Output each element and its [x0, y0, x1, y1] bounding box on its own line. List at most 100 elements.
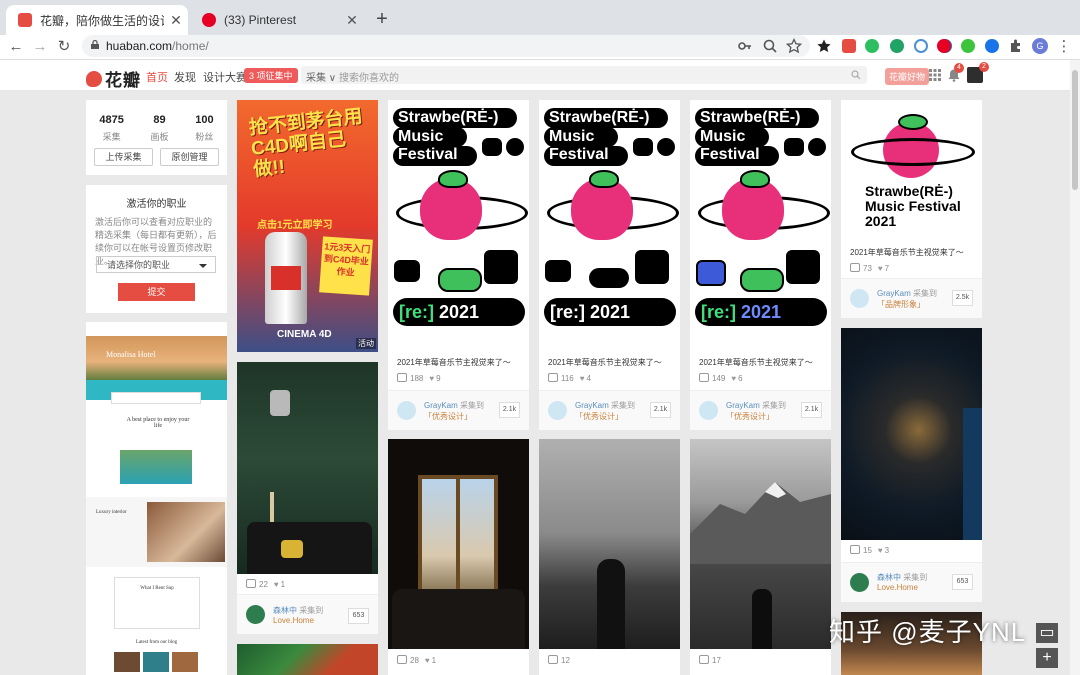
pin-board[interactable]: 「品牌形象」	[877, 299, 925, 310]
extensions-puzzle-icon[interactable]	[1008, 38, 1024, 54]
nav-design-contest[interactable]: 设计大赛	[203, 69, 247, 85]
pin-festival-1[interactable]: Strawbe(RĖ-) Music Festival [re:] 2021 2…	[388, 100, 529, 430]
heart-icon[interactable]: ♥	[429, 374, 434, 383]
chat-float-icon[interactable]: ▭	[1036, 623, 1058, 643]
hotel-name: Monalisa Hotel	[106, 350, 156, 359]
browser-tab-strip: 花瓣，陪你做生活的设计师(家居 ✕ (33) Pinterest ✕ +	[0, 0, 1080, 35]
user-avatar[interactable]	[699, 401, 718, 420]
user-avatar[interactable]	[548, 401, 567, 420]
browser-tab-pinterest[interactable]: (33) Pinterest ✕	[190, 5, 364, 35]
heart-icon[interactable]: ♥	[580, 374, 585, 383]
c4d-ad-pin[interactable]: 抢不到茅台用C4D啊自己做!! 点击1元立即学习 1元3天入门到C4D毕业作业 …	[237, 100, 378, 352]
pin-monstera[interactable]	[237, 644, 378, 675]
key-icon[interactable]	[737, 38, 753, 54]
browser-tab-huaban[interactable]: 花瓣，陪你做生活的设计师(家居 ✕	[6, 5, 188, 35]
forward-arrow-icon[interactable]: →	[30, 37, 50, 57]
contest-badge[interactable]: 3 项征集中	[244, 68, 298, 83]
user-name[interactable]: GrayKam	[877, 289, 911, 298]
nav-discover[interactable]: 发现	[174, 69, 196, 85]
search-bar[interactable]: 采集 ∨ 搜索你喜欢的	[301, 66, 867, 84]
pin-festival-4[interactable]: Strawbe(RĖ-) Music Festival 2021 2021年草莓…	[841, 100, 982, 318]
close-tab-icon[interactable]: ✕	[164, 12, 188, 29]
pin-user[interactable]: GrayKam 采集到	[575, 400, 635, 411]
search-input[interactable]: 搜索你喜欢的	[339, 69, 399, 84]
like-count: 1	[431, 656, 437, 665]
stat-followers[interactable]: 100 粉丝	[195, 114, 213, 143]
pin-board[interactable]: 「优秀设计」	[575, 411, 623, 422]
user-name[interactable]: GrayKam	[424, 401, 458, 410]
heart-icon[interactable]: ♥	[731, 374, 736, 383]
pin-user[interactable]: GrayKam 采集到	[726, 400, 786, 411]
search-category-select[interactable]: 采集 ∨	[306, 69, 336, 84]
submit-button[interactable]: 提交	[118, 283, 195, 301]
pin-green-room[interactable]: 22 ♥ 1 森林中 采集到 Love.Home 653	[237, 362, 378, 634]
profile-avatar-icon[interactable]: G	[1032, 38, 1048, 54]
heart-icon[interactable]: ♥	[878, 546, 883, 555]
apps-grid-icon[interactable]	[928, 68, 942, 82]
heart-icon[interactable]: ♥	[878, 264, 883, 273]
hotel-website-pin[interactable]: Monalisa Hotel A best place to enjoy you…	[86, 322, 227, 675]
search-icon[interactable]	[851, 70, 861, 80]
evernote-extension-icon[interactable]	[865, 39, 879, 53]
hotel-hero-image: Monalisa Hotel	[86, 336, 227, 400]
user-name[interactable]: 森林中	[877, 573, 901, 582]
upload-pin-button[interactable]: 上传采集	[94, 148, 153, 166]
browser-menu-icon[interactable]: ⋮	[1054, 37, 1074, 57]
green-room-image	[237, 362, 378, 574]
nav-home[interactable]: 首页	[146, 69, 168, 85]
extension-ring-icon[interactable]	[914, 39, 928, 53]
new-tab-button[interactable]: +	[370, 8, 394, 32]
reload-icon[interactable]: ↻	[54, 37, 74, 57]
pin-footer: GrayKam 采集到 「品牌形象」 2.5k	[841, 278, 982, 318]
heart-icon[interactable]: ♥	[425, 656, 430, 665]
pin-board[interactable]: Love.Home	[273, 616, 314, 625]
job-select[interactable]: 请选择你的职业	[96, 256, 216, 273]
pin-board[interactable]: 「优秀设计」	[726, 411, 774, 422]
user-name[interactable]: GrayKam	[726, 401, 760, 410]
scrollbar-thumb[interactable]	[1072, 70, 1078, 190]
user-avatar[interactable]	[246, 605, 265, 624]
pinterest-extension-icon[interactable]	[937, 39, 951, 53]
heart-icon[interactable]: ♥	[274, 580, 279, 589]
pin-footer: GrayKam 采集到 「优秀设计」 2.1k	[388, 390, 529, 430]
user-name[interactable]: GrayKam	[575, 401, 609, 410]
add-float-button[interactable]: +	[1036, 648, 1058, 668]
pin-mountain[interactable]: 17	[690, 439, 831, 675]
pin-user[interactable]: 森林中 采集到	[273, 605, 323, 616]
close-tab-icon[interactable]: ✕	[340, 12, 364, 29]
extension-calendar-icon[interactable]	[842, 39, 856, 53]
pin-user[interactable]: GrayKam 采集到	[877, 288, 937, 299]
pin-board[interactable]: Love.Home	[877, 583, 918, 592]
zoom-icon[interactable]	[762, 38, 778, 54]
pin-user[interactable]: 森林中 采集到	[877, 572, 927, 583]
back-arrow-icon[interactable]: ←	[6, 37, 26, 57]
user-name[interactable]: 森林中	[273, 606, 297, 615]
user-avatar[interactable]	[850, 289, 869, 308]
pin-user[interactable]: GrayKam 采集到	[424, 400, 484, 411]
pin-festival-2[interactable]: Strawbe(RĖ-) Music Festival [re:] 2021 2…	[539, 100, 680, 430]
page-scrollbar[interactable]	[1070, 60, 1080, 675]
stat-boards[interactable]: 89 画板	[151, 114, 169, 143]
pin-window[interactable]: 28 ♥ 1	[388, 439, 529, 675]
vip-button[interactable]: 花瓣好物	[885, 68, 930, 85]
pin-festival-3[interactable]: Strawbe(RĖ-) Music Festival [re:] 2021 2…	[690, 100, 831, 430]
repin-icon	[850, 545, 860, 554]
stat-pins[interactable]: 4875 采集	[99, 114, 123, 143]
huaban-logo[interactable]: 花瓣	[86, 66, 141, 91]
extension-g-icon[interactable]	[985, 39, 999, 53]
ad-cta: 点击1元立即学习	[257, 220, 333, 231]
c4d-ad-image: 抢不到茅台用C4D啊自己做!! 点击1元立即学习 1元3天入门到C4D毕业作业 …	[237, 100, 378, 352]
poster-year-text: 2021	[741, 302, 782, 322]
pin-chandelier[interactable]: 15 ♥ 3 森林中 采集到 Love.Home 653	[841, 328, 982, 602]
user-avatar[interactable]	[397, 401, 416, 420]
extension-green-icon[interactable]	[890, 39, 904, 53]
original-manage-button[interactable]: 原创管理	[160, 148, 219, 166]
address-bar[interactable]: huaban.com/home/	[82, 35, 810, 57]
bookmark-star-icon[interactable]	[786, 38, 802, 54]
bookmarks-star-icon[interactable]	[816, 38, 832, 54]
pin-board[interactable]: 「优秀设计」	[424, 411, 472, 422]
pin-girl[interactable]: 12	[539, 439, 680, 675]
board-count: 653	[952, 574, 973, 590]
extension-check-icon[interactable]	[961, 39, 975, 53]
user-avatar[interactable]	[850, 573, 869, 592]
